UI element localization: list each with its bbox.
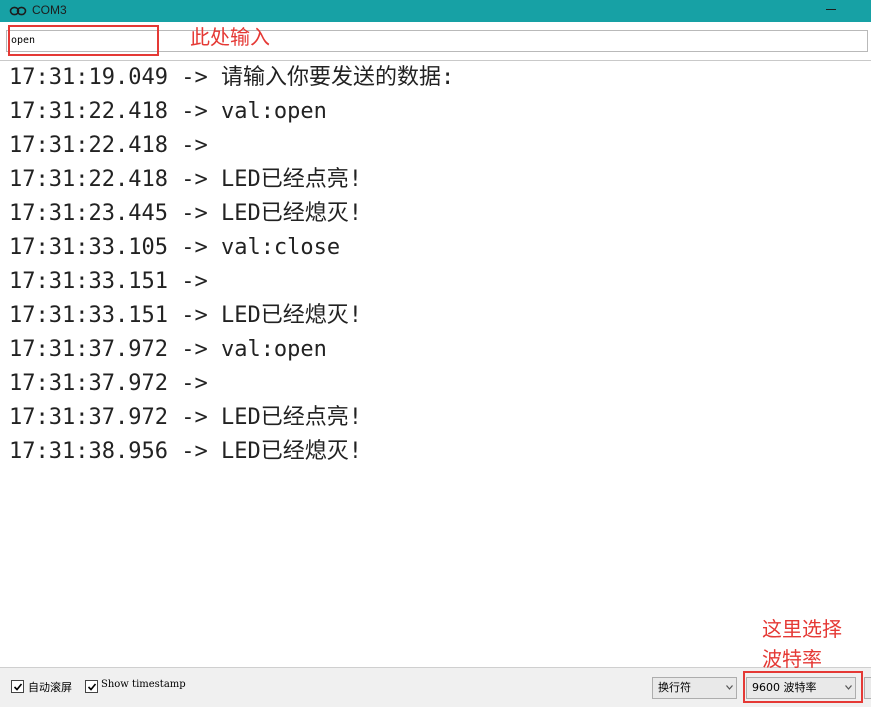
output-line: 17:31:33.105 -> val:close (9, 234, 340, 262)
arduino-infinity-icon (9, 6, 27, 16)
line-message: LED已经熄灭! (220, 439, 362, 464)
output-line: 17:31:37.972 -> val:open (9, 336, 327, 364)
line-timestamp: 17:31:22.418 (9, 167, 168, 192)
window-title: COM3 (32, 3, 67, 17)
line-timestamp: 17:31:33.105 (9, 235, 168, 260)
line-timestamp: 17:31:37.972 (9, 405, 168, 430)
timestamp-label: Show timestamp (101, 679, 186, 690)
baud-highlight-box (743, 671, 863, 703)
minimize-button[interactable] (826, 9, 836, 10)
chevron-down-icon (726, 685, 733, 690)
line-timestamp: 17:31:38.956 (9, 439, 168, 464)
timestamp-checkbox[interactable] (85, 680, 98, 693)
line-arrow: -> (181, 99, 208, 124)
line-arrow: -> (181, 201, 208, 226)
line-arrow: -> (181, 133, 208, 158)
line-ending-select[interactable]: 换行符 (652, 677, 737, 699)
line-message: LED已经熄灭! (220, 303, 362, 328)
line-timestamp: 17:31:23.445 (9, 201, 168, 226)
line-timestamp: 17:31:37.972 (9, 371, 168, 396)
line-arrow: -> (181, 167, 208, 192)
line-message: LED已经熄灭! (220, 201, 362, 226)
line-message: val:close (220, 235, 341, 260)
serial-output: 17:31:19.049 -> 请输入你要发送的数据: 17:31:22.418 … (0, 61, 871, 667)
line-message: val:open (220, 337, 327, 362)
output-line: 17:31:23.445 -> LED已经熄灭! (9, 200, 362, 228)
status-bar: 自动滚屏 Show timestamp 换行符 9600 波特率 (0, 667, 871, 707)
line-timestamp: 17:31:37.972 (9, 337, 168, 362)
line-arrow: -> (181, 269, 208, 294)
check-icon (87, 683, 97, 691)
output-line: 17:31:37.972 -> (9, 370, 221, 398)
line-ending-value: 换行符 (658, 681, 691, 694)
line-arrow: -> (181, 405, 208, 430)
line-timestamp: 17:31:19.049 (9, 65, 168, 90)
input-highlight-box (8, 25, 159, 56)
output-line: 17:31:19.049 -> 请输入你要发送的数据: (9, 64, 454, 92)
autoscroll-label: 自动滚屏 (28, 681, 72, 694)
clear-output-button[interactable] (864, 677, 871, 699)
line-arrow: -> (181, 439, 208, 464)
line-timestamp: 17:31:33.151 (9, 269, 168, 294)
output-line: 17:31:22.418 -> LED已经点亮! (9, 166, 362, 194)
output-line: 17:31:33.151 -> (9, 268, 221, 296)
line-timestamp: 17:31:33.151 (9, 303, 168, 328)
line-message: 请输入你要发送的数据: (220, 65, 455, 90)
line-message: val:open (220, 99, 327, 124)
output-line: 17:31:38.956 -> LED已经熄灭! (9, 438, 362, 466)
output-line: 17:31:22.418 -> (9, 132, 221, 160)
check-icon (13, 683, 23, 691)
input-annotation: 此处输入 (190, 25, 270, 49)
output-line: 17:31:22.418 -> val:open (9, 98, 327, 126)
autoscroll-checkbox[interactable] (11, 680, 24, 693)
line-message: LED已经点亮! (220, 405, 362, 430)
output-line: 17:31:37.972 -> LED已经点亮! (9, 404, 362, 432)
line-arrow: -> (181, 65, 208, 90)
line-arrow: -> (181, 371, 208, 396)
line-arrow: -> (181, 235, 208, 260)
line-timestamp: 17:31:22.418 (9, 99, 168, 124)
baud-annotation-line2: 波特率 (762, 647, 822, 671)
line-message: LED已经点亮! (220, 167, 362, 192)
title-bar: COM3 (0, 0, 871, 22)
output-line: 17:31:33.151 -> LED已经熄灭! (9, 302, 362, 330)
line-arrow: -> (181, 303, 208, 328)
line-arrow: -> (181, 337, 208, 362)
line-timestamp: 17:31:22.418 (9, 133, 168, 158)
baud-annotation-line1: 这里选择 (762, 617, 842, 641)
